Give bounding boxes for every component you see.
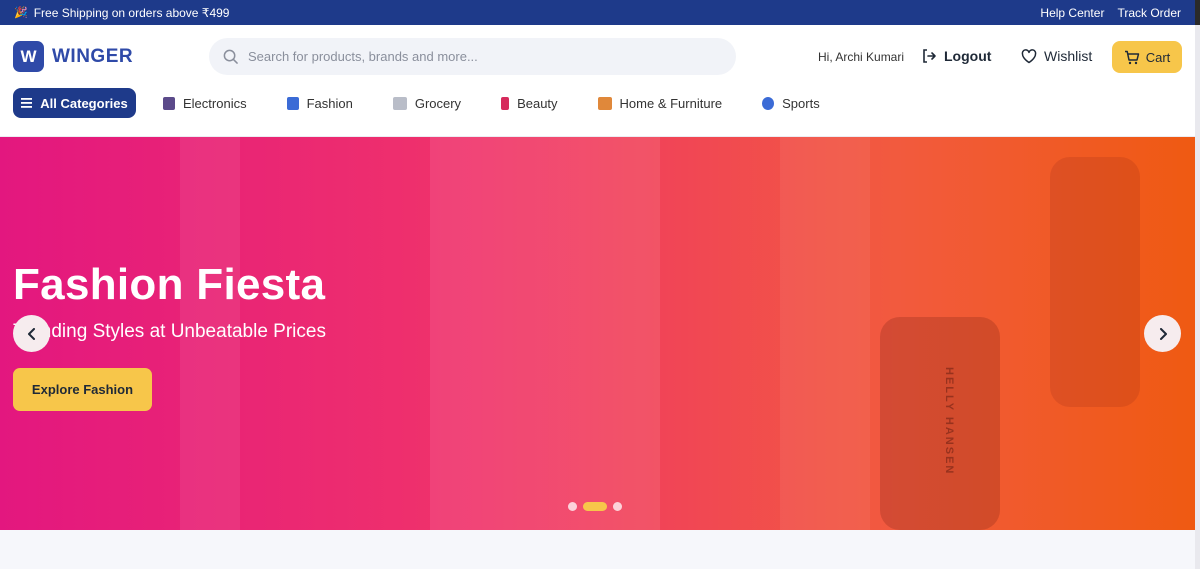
menu-icon bbox=[21, 98, 33, 108]
chevron-right-icon bbox=[1159, 327, 1167, 340]
logo[interactable]: W WINGER bbox=[13, 41, 133, 72]
cart-button[interactable]: Cart bbox=[1112, 41, 1182, 73]
search-bar[interactable] bbox=[209, 38, 736, 75]
promo-text: Free Shipping on orders above ₹499 bbox=[33, 5, 230, 20]
promo: 🎉 Free Shipping on orders above ₹499 bbox=[14, 6, 229, 20]
hero-title: Fashion Fiesta bbox=[13, 260, 326, 309]
image-brand-text: HELLY HANSEN bbox=[943, 367, 955, 476]
site-header: W WINGER Hi, Archi Kumari Logout Wishlis… bbox=[0, 25, 1195, 137]
nav-item-sports[interactable]: Sports bbox=[762, 96, 820, 111]
logo-name: WINGER bbox=[52, 45, 134, 67]
carousel-dot-2[interactable] bbox=[583, 502, 607, 511]
logo-mark: W bbox=[13, 41, 44, 72]
cart-icon bbox=[1124, 50, 1139, 64]
nav-item-label: Fashion bbox=[306, 95, 353, 111]
announcement-bar: 🎉 Free Shipping on orders above ₹499 Hel… bbox=[0, 0, 1195, 25]
nav-item-fashion[interactable]: Fashion bbox=[286, 95, 353, 111]
cart-icon bbox=[392, 96, 407, 110]
wishlist-label: Wishlist bbox=[1044, 48, 1093, 64]
hero-carousel: HELLY HANSEN Fashion Fiesta Trending Sty… bbox=[0, 137, 1195, 530]
globe-icon bbox=[762, 96, 775, 110]
carousel-prev-button[interactable] bbox=[13, 315, 50, 352]
scrollbar[interactable] bbox=[1195, 0, 1200, 569]
hero-image-texture bbox=[430, 137, 660, 530]
nav-item-home-furniture[interactable]: Home & Furniture bbox=[597, 95, 723, 111]
house-icon bbox=[597, 96, 612, 110]
help-center-link[interactable]: Help Center bbox=[1040, 6, 1104, 20]
nav-item-label: Electronics bbox=[183, 95, 247, 111]
nav-item-grocery[interactable]: Grocery bbox=[392, 95, 462, 111]
logout-button[interactable]: Logout bbox=[921, 48, 991, 64]
logout-icon bbox=[923, 49, 936, 63]
nav-item-label: Grocery bbox=[414, 95, 462, 111]
nav-item-beauty[interactable]: Beauty bbox=[501, 95, 558, 111]
cart-label: Cart bbox=[1145, 49, 1171, 65]
hero-image-texture bbox=[880, 317, 1000, 530]
all-categories-button[interactable]: All Categories bbox=[13, 88, 136, 118]
carousel-dots bbox=[568, 502, 622, 511]
explore-fashion-button[interactable]: Explore Fashion bbox=[13, 368, 152, 411]
carousel-dot-3[interactable] bbox=[613, 502, 622, 511]
phone-icon bbox=[163, 96, 175, 110]
carousel-next-button[interactable] bbox=[1144, 315, 1181, 352]
nav-item-electronics[interactable]: Electronics bbox=[163, 96, 247, 111]
lipstick-icon bbox=[501, 96, 510, 110]
track-order-link[interactable]: Track Order bbox=[1117, 6, 1181, 20]
hero-subtitle: Trending Styles at Unbeatable Prices bbox=[13, 321, 326, 342]
category-nav: All Categories Electronics Fashion Groce… bbox=[13, 88, 820, 118]
hero-image-texture bbox=[780, 137, 870, 530]
heart-icon bbox=[1021, 48, 1037, 63]
nav-item-label: Beauty bbox=[517, 95, 558, 111]
search-input[interactable] bbox=[248, 49, 708, 64]
chevron-left-icon bbox=[27, 327, 35, 340]
search-icon bbox=[223, 49, 238, 64]
wishlist-button[interactable]: Wishlist bbox=[1021, 48, 1092, 64]
nav-item-label: Sports bbox=[782, 95, 820, 111]
user-greeting: Hi, Archi Kumari bbox=[818, 50, 905, 64]
party-icon: 🎉 bbox=[14, 7, 28, 19]
logout-label: Logout bbox=[944, 48, 992, 64]
nav-item-label: Home & Furniture bbox=[619, 95, 723, 111]
hero-image-texture bbox=[1050, 157, 1140, 407]
all-categories-label: All Categories bbox=[40, 95, 128, 111]
carousel-dot-1[interactable] bbox=[568, 502, 577, 511]
shirt-icon bbox=[286, 96, 299, 110]
